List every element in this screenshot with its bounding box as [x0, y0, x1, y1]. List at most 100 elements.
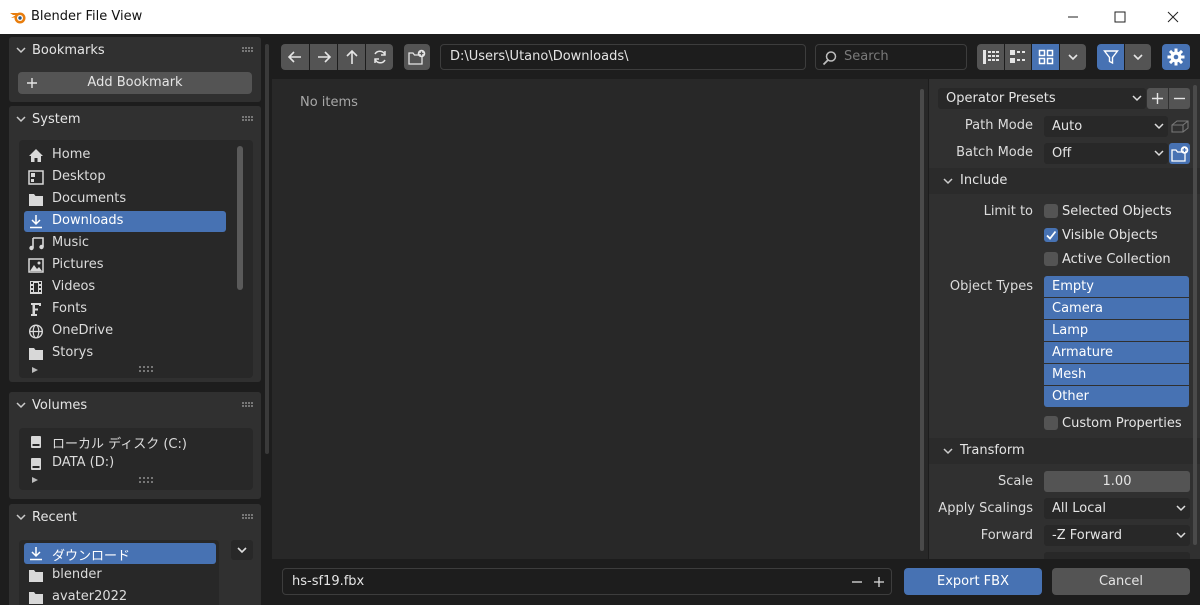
custom-properties-label: Custom Properties: [1062, 416, 1182, 431]
drag-grip-icon[interactable]: [242, 116, 254, 122]
embed-textures-toggle[interactable]: [1169, 116, 1190, 137]
recent-item-blender[interactable]: blender: [24, 565, 216, 586]
remove-preset-button[interactable]: [1169, 88, 1190, 109]
filename-input[interactable]: hs-sf19.fbx: [282, 568, 892, 595]
file-list-area[interactable]: No items: [272, 79, 928, 559]
back-button[interactable]: [281, 44, 309, 70]
plus-icon[interactable]: [873, 576, 885, 588]
chevron-down-icon: [1132, 95, 1142, 102]
sidebar-scrollbar[interactable]: [265, 44, 269, 454]
object-type-camera[interactable]: Camera: [1044, 298, 1189, 319]
system-item-documents[interactable]: Documents: [24, 189, 226, 210]
resize-grip-icon[interactable]: [139, 477, 153, 483]
object-type-armature[interactable]: Armature: [1044, 342, 1189, 363]
drag-grip-icon[interactable]: [242, 47, 254, 53]
filter-toggle-button[interactable]: [1097, 44, 1124, 70]
bookmarks-header[interactable]: Bookmarks: [9, 37, 261, 65]
apply-scalings-dropdown[interactable]: All Local: [1044, 498, 1190, 519]
close-window-button[interactable]: [1150, 0, 1196, 34]
volume-item-c[interactable]: ローカル ディスク (C:): [24, 431, 226, 452]
system-item-music[interactable]: Music: [24, 233, 226, 254]
close-icon: [1167, 11, 1179, 23]
recent-item-downloads[interactable]: ダウンロード: [24, 543, 216, 564]
refresh-button[interactable]: [366, 44, 393, 70]
file-list-scrollbar[interactable]: [920, 89, 924, 551]
maximize-button[interactable]: [1097, 0, 1143, 34]
up-axis-dropdown[interactable]: [1044, 552, 1190, 559]
volume-item-d[interactable]: DATA (D:): [24, 453, 226, 474]
display-horizontal-list-button[interactable]: [1005, 44, 1031, 70]
drag-grip-icon[interactable]: [242, 514, 254, 520]
pictures-icon: [28, 258, 44, 273]
system-item-label: Home: [52, 147, 91, 162]
scale-field[interactable]: 1.00: [1044, 471, 1190, 492]
resize-grip-icon[interactable]: [139, 366, 153, 372]
add-preset-button[interactable]: [1147, 88, 1168, 109]
visible-objects-checkbox[interactable]: [1044, 228, 1058, 242]
export-fbx-button[interactable]: Export FBX: [904, 568, 1042, 595]
batch-own-dir-toggle[interactable]: [1169, 143, 1190, 164]
object-type-label: Other: [1052, 389, 1089, 404]
display-vertical-list-button[interactable]: [977, 44, 1004, 70]
system-item-downloads[interactable]: Downloads: [24, 211, 226, 232]
arrow-up-icon: [345, 49, 358, 64]
recent-dropdown-button[interactable]: [231, 540, 253, 560]
recent-item-label: ダウンロード: [52, 549, 131, 564]
parent-directory-button[interactable]: [338, 44, 365, 70]
system-list-scrollbar[interactable]: [237, 146, 243, 290]
videos-icon: [30, 281, 42, 294]
add-bookmark-label: Add Bookmark: [87, 75, 183, 90]
filter-icon: [1102, 50, 1119, 65]
batch-mode-dropdown[interactable]: Off: [1044, 143, 1168, 164]
recent-item-avater2022[interactable]: avater2022: [24, 587, 216, 605]
transform-section-header[interactable]: Transform: [929, 438, 1200, 464]
object-type-lamp[interactable]: Lamp: [1044, 320, 1189, 341]
include-section-header[interactable]: Include: [929, 168, 1200, 194]
object-type-empty[interactable]: Empty: [1044, 276, 1189, 297]
system-header[interactable]: System: [9, 106, 261, 134]
system-item-home[interactable]: Home: [24, 145, 226, 166]
filter-settings-dropdown[interactable]: [1125, 44, 1151, 70]
window-title: Blender File View: [31, 9, 143, 24]
system-item-videos[interactable]: Videos: [24, 277, 226, 298]
volumes-header[interactable]: Volumes: [9, 392, 261, 420]
add-bookmark-button[interactable]: Add Bookmark: [18, 72, 252, 94]
forward-axis-dropdown[interactable]: -Z Forward: [1044, 525, 1190, 546]
volume-item-label: DATA (D:): [52, 455, 115, 470]
custom-properties-checkbox[interactable]: [1044, 416, 1058, 430]
chevron-down-icon: [1068, 54, 1078, 61]
path-mode-dropdown[interactable]: Auto: [1044, 116, 1168, 137]
system-item-pictures[interactable]: Pictures: [24, 255, 226, 276]
properties-scrollbar[interactable]: [1193, 85, 1197, 545]
drag-grip-icon[interactable]: [242, 402, 254, 408]
system-item-label: Fonts: [52, 301, 88, 316]
path-input[interactable]: D:\Users\Utano\Downloads\: [440, 44, 806, 70]
object-type-mesh[interactable]: Mesh: [1044, 364, 1189, 385]
system-item-onedrive[interactable]: OneDrive: [24, 321, 226, 342]
globe-icon: [28, 324, 44, 339]
blender-logo-icon: [10, 12, 26, 24]
cancel-button[interactable]: Cancel: [1052, 568, 1190, 595]
bookmarks-panel: Bookmarks Add Bookmark: [9, 37, 261, 102]
download-icon: [30, 215, 42, 229]
settings-toggle-button[interactable]: [1162, 44, 1190, 70]
display-settings-dropdown[interactable]: [1060, 44, 1086, 70]
recent-header[interactable]: Recent: [9, 504, 261, 532]
disk-icon: [31, 436, 41, 448]
minus-icon[interactable]: [851, 576, 863, 588]
volumes-panel: Volumes ローカル ディスク (C:) DATA (D:): [9, 392, 261, 499]
expand-arrow-icon[interactable]: [31, 476, 39, 484]
new-folder-button[interactable]: [404, 44, 430, 70]
minimize-button[interactable]: [1050, 0, 1096, 34]
system-item-fonts[interactable]: Fonts: [24, 299, 226, 320]
system-item-desktop[interactable]: Desktop: [24, 167, 226, 188]
selected-objects-checkbox[interactable]: [1044, 204, 1058, 218]
expand-arrow-icon[interactable]: [31, 366, 39, 374]
display-thumbnails-button[interactable]: [1032, 44, 1059, 70]
active-collection-checkbox[interactable]: [1044, 252, 1058, 266]
forward-button[interactable]: [310, 44, 337, 70]
search-input[interactable]: Search: [815, 44, 967, 70]
system-item-storys[interactable]: Storys: [24, 343, 226, 364]
operator-presets-dropdown[interactable]: Operator Presets: [938, 88, 1146, 109]
object-type-other[interactable]: Other: [1044, 386, 1189, 407]
